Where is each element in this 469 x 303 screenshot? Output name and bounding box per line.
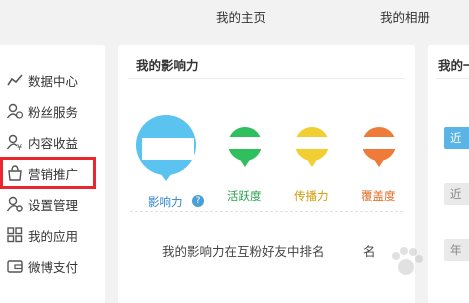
- sidebar-item-label: 内容收益: [28, 135, 79, 151]
- apps-grid-icon: [6, 226, 24, 244]
- metric-label-influence: 影响力: [148, 195, 183, 209]
- svg-text:¥: ¥: [17, 143, 22, 151]
- highlight-box: [0, 157, 96, 189]
- panel-title: 我的影响力: [136, 58, 199, 73]
- help-icon[interactable]: ?: [192, 195, 204, 207]
- income-icon: ¥: [6, 133, 24, 151]
- influence-gauge[interactable]: [134, 115, 198, 181]
- metric-label-coverage: 覆盖度: [361, 189, 396, 203]
- sidebar-item-label: 粉丝服务: [28, 104, 79, 120]
- coverage-gauge[interactable]: [362, 125, 396, 175]
- influence-panel: 我的影响力 影响力 ? 活跃度 传播力 覆盖度 我的影响力在互粉好友中排名 名: [118, 45, 415, 303]
- sidebar-item-label: 设置管理: [28, 197, 79, 213]
- sidebar: 数据中心 粉丝服务 ¥ 内容收益 营销推广 设置管理 我的应用 微博支付: [0, 45, 105, 303]
- metric-label-spread: 传播力: [294, 189, 329, 203]
- period-tab-1[interactable]: 近: [444, 127, 469, 149]
- fans-icon: [6, 102, 24, 120]
- wallet-icon: [6, 257, 24, 275]
- spread-gauge[interactable]: [295, 125, 329, 175]
- metric-label-activity: 活跃度: [227, 189, 262, 203]
- rank-text: 我的影响力在互粉好友中排名: [162, 244, 325, 259]
- settings-user-icon: [6, 195, 24, 213]
- right-panel: 我的一 近 近 年: [428, 45, 469, 303]
- panel-title: 我的一: [438, 58, 469, 73]
- divider: [130, 211, 403, 212]
- activity-gauge[interactable]: [228, 125, 262, 175]
- sidebar-item-fans-service[interactable]: 粉丝服务: [6, 101, 101, 121]
- chart-icon: [6, 71, 24, 89]
- nav-my-album[interactable]: 我的相册: [380, 7, 430, 26]
- divider: [128, 78, 405, 79]
- divider: [436, 78, 469, 79]
- top-bar: 我的主页 我的相册: [0, 0, 469, 33]
- period-tab-3[interactable]: 年: [444, 239, 469, 261]
- sidebar-item-settings[interactable]: 设置管理: [6, 194, 101, 214]
- watermark-paw-icon: [392, 247, 423, 275]
- sidebar-item-weibo-pay[interactable]: 微博支付: [6, 256, 101, 276]
- sidebar-item-content-income[interactable]: ¥ 内容收益: [6, 132, 101, 152]
- rank-suffix: 名: [363, 244, 376, 259]
- nav-my-homepage[interactable]: 我的主页: [216, 7, 266, 26]
- sidebar-item-label: 我的应用: [28, 228, 79, 244]
- sidebar-item-label: 数据中心: [28, 73, 79, 89]
- period-tab-2[interactable]: 近: [444, 183, 469, 205]
- sidebar-item-my-apps[interactable]: 我的应用: [6, 225, 101, 245]
- sidebar-item-label: 微博支付: [28, 259, 79, 275]
- sidebar-item-data-center[interactable]: 数据中心: [6, 70, 101, 90]
